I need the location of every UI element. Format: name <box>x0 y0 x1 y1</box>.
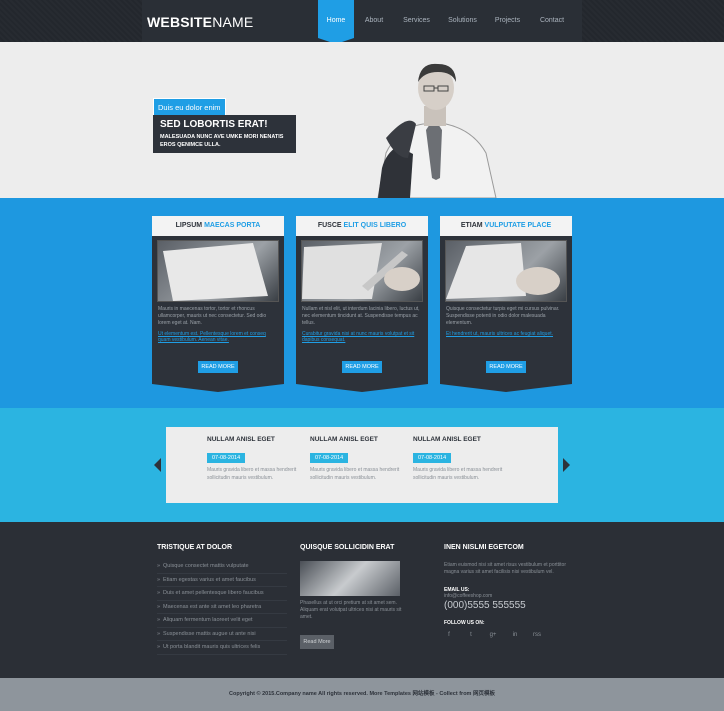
main-nav: Home About Services Solutions Projects C… <box>318 0 575 44</box>
rss-icon[interactable]: rss <box>532 632 542 638</box>
footer-link[interactable]: Ut porta blandit mauris quis ultrices fe… <box>157 641 287 655</box>
feature-text: Nullam et nisl elit, ut interdum lacinia… <box>302 306 420 326</box>
feature-card: LIPSUM MAECAS PORTA Mauris in maecenas t… <box>152 216 284 392</box>
read-more-button[interactable]: READ MORE <box>198 361 238 373</box>
feature-image <box>301 240 423 302</box>
footer-image <box>300 561 400 596</box>
site-logo[interactable]: WEBSITENAME <box>147 14 253 30</box>
footer-link[interactable]: Etiam egestas varius et amet faucibus <box>157 574 287 587</box>
news-date: 07-08-2014 <box>207 453 246 463</box>
feature-image <box>157 240 279 302</box>
footer-link[interactable]: Maecenas est ante sit amet leo pharetra <box>157 601 287 614</box>
footer-col3-text: Etiam euismod nisi sit amet risus vestib… <box>444 562 566 575</box>
news-text: Mauris gravida libero et massa hendrerit… <box>413 467 503 481</box>
feature-link[interactable]: Et hendrerit ut, mauris ultrices ac feug… <box>446 331 566 337</box>
feature-card: ETIAM VULPUTATE PLACE Quisque consectetu… <box>440 216 572 392</box>
footer-col2-title: QUISQUE SOLLICIDIN ERAT <box>300 544 395 551</box>
news-date: 07-08-2014 <box>413 453 452 463</box>
read-more-button[interactable]: READ MORE <box>486 361 526 373</box>
feature-card-title: LIPSUM MAECAS PORTA <box>152 216 284 236</box>
google-plus-icon[interactable]: g+ <box>488 632 498 638</box>
email-address[interactable]: info@coffeeshop.com <box>444 593 492 600</box>
social-links: f t g+ in rss <box>444 632 542 638</box>
news-item: NULLAM ANISL EGET 07-08-2014 Mauris grav… <box>207 436 303 482</box>
feature-image <box>445 240 567 302</box>
footer-col1-title: TRISTIQUE AT DOLOR <box>157 544 233 551</box>
footer-link[interactable]: Aliquam fermentum laoreet velit eget <box>157 614 287 628</box>
footer-col2-text: Phasellus at ut orci pretium at sit amet… <box>300 600 402 620</box>
copyright-bar: Copyright © 2015.Company name All rights… <box>0 678 724 711</box>
facebook-icon[interactable]: f <box>444 632 454 638</box>
news-title[interactable]: NULLAM ANISL EGET <box>310 436 406 443</box>
logo-light: NAME <box>212 14 254 30</box>
news-item: NULLAM ANISL EGET 07-08-2014 Mauris grav… <box>413 436 509 482</box>
slider-next-icon[interactable] <box>563 458 570 472</box>
feature-card: FUSCE ELIT QUIS LIBERO Nullam et nisl el… <box>296 216 428 392</box>
news-item: NULLAM ANISL EGET 07-08-2014 Mauris grav… <box>310 436 406 482</box>
feature-link[interactable]: Ut elementum est. Pellentesque lorem et … <box>158 331 278 343</box>
feature-text: Quisque consectetur turpis eget mi cursu… <box>446 306 560 326</box>
feature-text: Mauris in maecenas tortor, tortor et rho… <box>158 306 267 326</box>
nav-home[interactable]: Home <box>318 0 354 44</box>
feature-card-title: ETIAM VULPUTATE PLACE <box>440 216 572 236</box>
footer-link[interactable]: Suspendisse mattis augue ut ante nisi <box>157 628 287 641</box>
hero-section <box>0 42 724 198</box>
nav-projects[interactable]: Projects <box>486 0 529 42</box>
hero-title: SED LOBORTIS ERAT! <box>160 119 268 130</box>
follow-label: FOLLOW US ON: <box>444 620 485 626</box>
businessman-image <box>377 63 497 198</box>
linkedin-icon[interactable]: in <box>510 632 520 638</box>
news-text: Mauris gravida libero et massa hendrerit… <box>310 467 400 481</box>
logo-bold: WEBSITE <box>147 14 213 30</box>
read-more-button[interactable]: READ MORE <box>342 361 382 373</box>
nav-contact[interactable]: Contact <box>529 0 575 42</box>
feature-card-title: FUSCE ELIT QUIS LIBERO <box>296 216 428 236</box>
news-text: Mauris gravida libero et massa hendrerit… <box>207 467 297 481</box>
nav-services[interactable]: Services <box>394 0 439 42</box>
news-title[interactable]: NULLAM ANISL EGET <box>413 436 509 443</box>
twitter-icon[interactable]: t <box>466 632 476 638</box>
feature-link[interactable]: Curabitur gravida nisi at nunc mauris vo… <box>302 331 422 343</box>
footer-link[interactable]: Duis et amet pellentesque libero faucibu… <box>157 587 287 601</box>
slider-prev-icon[interactable] <box>154 458 161 472</box>
hero-text: MALESUADA NUNC AVE UMKE MORI NENATIS ERO… <box>160 134 284 148</box>
phone-number: (000)5555 555555 <box>444 600 526 611</box>
news-title[interactable]: NULLAM ANISL EGET <box>207 436 303 443</box>
nav-solutions[interactable]: Solutions <box>439 0 486 42</box>
footer-link[interactable]: Quisque consectet mattis vulputate <box>157 560 287 574</box>
footer-col3-title: INEN NISLMI EGETCOM <box>444 544 524 551</box>
hero-box: SED LOBORTIS ERAT! MALESUADA NUNC AVE UM… <box>153 115 296 153</box>
nav-about[interactable]: About <box>354 0 394 42</box>
news-date: 07-08-2014 <box>310 453 349 463</box>
footer-read-more-button[interactable]: Read More <box>300 635 334 649</box>
footer-link-list: Quisque consectet mattis vulputate Etiam… <box>157 560 287 655</box>
